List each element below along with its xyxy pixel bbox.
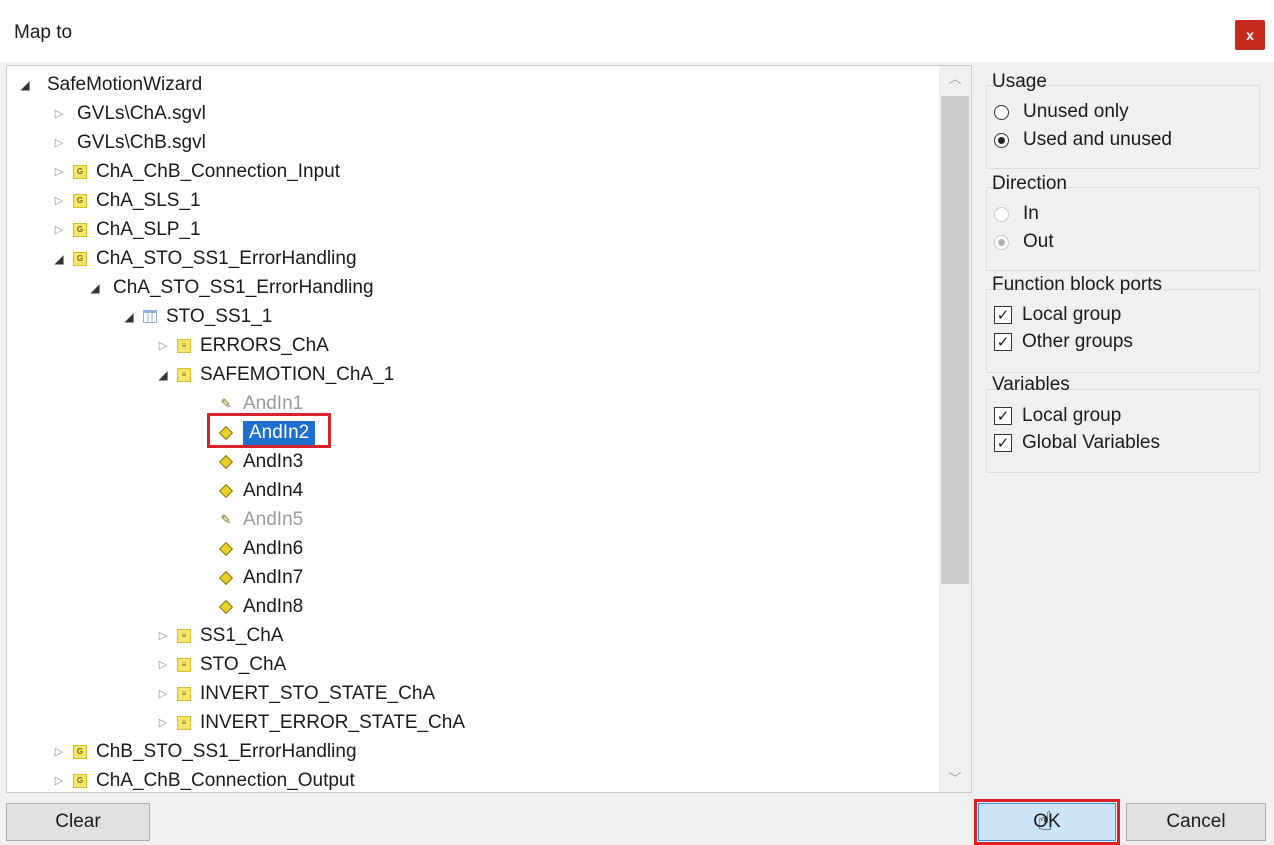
tree-item-sto[interactable]: ▷ ≡ STO_ChA [153,650,286,679]
radio-button[interactable] [994,104,1009,120]
expand-arrow-icon[interactable]: ▷ [49,774,69,787]
clear-button[interactable]: Clear [6,803,150,841]
close-button[interactable]: x [1235,20,1265,50]
title-bar: Map to x [0,0,1274,62]
tree-item-ss1[interactable]: ▷ ≡ SS1_ChA [153,621,284,650]
tree-item-errors[interactable]: ▷ ≡ ERRORS_ChA [153,331,329,360]
expand-arrow-icon[interactable]: ▷ [49,745,69,758]
checkbox-checked[interactable]: ✓ [994,407,1012,425]
usage-title: Usage [992,71,1047,92]
direction-out-radio[interactable]: Out [994,231,1054,253]
function-block-icon [143,310,157,323]
expand-arrow-icon[interactable]: ▷ [49,136,69,149]
usage-used-and-unused-radio[interactable]: Used and unused [994,129,1172,151]
port-icon: ≡ [177,657,191,672]
tree-item-andin6[interactable]: AndIn6 [215,534,303,563]
variable-icon [218,541,234,556]
collapse-arrow-icon[interactable]: ◢ [15,78,35,92]
expand-arrow-icon[interactable]: ▷ [49,194,69,207]
tree-item-andin7[interactable]: AndIn7 [215,563,303,592]
checkbox-checked[interactable]: ✓ [994,333,1012,351]
port-icon: ≡ [177,628,191,643]
variable-icon [218,483,234,498]
checkbox-checked[interactable]: ✓ [994,306,1012,324]
tree-item-sto-sub[interactable]: ◢ ChA_STO_SS1_ErrorHandling [85,273,373,302]
expand-arrow-icon[interactable]: ▷ [153,658,173,671]
expand-arrow-icon[interactable]: ▷ [153,629,173,642]
tree-item-root[interactable]: ◢ SafeMotionWizard [15,70,202,99]
direction-group [986,187,1260,271]
variables-group [986,389,1260,473]
radio-button[interactable] [994,206,1009,222]
highlight-box [207,413,331,448]
options-panel: Usage Unused only Used and unused Direct… [982,65,1272,793]
collapse-arrow-icon[interactable]: ◢ [153,368,173,382]
fb-ports-local-group-checkbox[interactable]: ✓ Local group [994,304,1121,326]
variables-title: Variables [992,374,1070,395]
variable-icon [218,454,234,469]
tree-item-invert-error[interactable]: ▷ ≡ INVERT_ERROR_STATE_ChA [153,708,465,737]
expand-arrow-icon[interactable]: ▷ [153,339,173,352]
tree-item-sls[interactable]: ▷ G ChA_SLS_1 [49,186,201,215]
group-icon: G [73,773,87,788]
fb-ports-other-groups-checkbox[interactable]: ✓ Other groups [994,331,1133,353]
tree-item-andin8[interactable]: AndIn8 [215,592,303,621]
port-icon: ≡ [177,715,191,730]
port-icon: ≡ [177,338,191,353]
collapse-arrow-icon[interactable]: ◢ [85,281,105,295]
tree-item-slp[interactable]: ▷ G ChA_SLP_1 [49,215,201,244]
checkbox-checked[interactable]: ✓ [994,434,1012,452]
tree-view[interactable]: ◢ SafeMotionWizard ▷ GVLs\ChA.sgvl ▷ GVL… [6,65,972,793]
group-icon: G [73,193,87,208]
mapped-pencil-icon: ✎ [220,511,232,527]
group-icon: G [73,222,87,237]
variable-icon [218,599,234,614]
tree-item-chb-sto[interactable]: ▷ G ChB_STO_SS1_ErrorHandling [49,737,357,766]
tree-item-sto-group[interactable]: ◢ G ChA_STO_SS1_ErrorHandling [49,244,356,273]
group-icon: G [73,164,87,179]
tree-item-sto-fb[interactable]: ◢ STO_SS1_1 [119,302,272,331]
tree-item-andin5[interactable]: ✎ AndIn5 [215,505,304,534]
tree-item-safemotion[interactable]: ◢ ≡ SAFEMOTION_ChA_1 [153,360,394,389]
group-icon: G [73,251,87,266]
window-title: Map to [14,22,73,43]
tree-item-gvlb[interactable]: ▷ GVLs\ChB.sgvl [49,128,206,157]
scroll-up-arrow-icon[interactable]: ︿ [939,66,971,92]
direction-in-radio[interactable]: In [994,203,1039,225]
group-icon: G [73,744,87,759]
tree-item-andin4[interactable]: AndIn4 [215,476,303,505]
port-icon: ≡ [177,686,191,701]
tree-item-conn-output[interactable]: ▷ G ChA_ChB_Connection_Output [49,766,355,792]
tree-item-conn-input[interactable]: ▷ G ChA_ChB_Connection_Input [49,157,340,186]
expand-arrow-icon[interactable]: ▷ [49,223,69,236]
direction-title: Direction [992,173,1067,194]
collapse-arrow-icon[interactable]: ◢ [49,252,69,266]
variables-global-checkbox[interactable]: ✓ Global Variables [994,432,1160,454]
fb-ports-title: Function block ports [992,274,1163,295]
expand-arrow-icon[interactable]: ▷ [153,716,173,729]
usage-unused-only-radio[interactable]: Unused only [994,101,1129,123]
hand-cursor-icon: ☝ [1037,806,1053,836]
radio-button-checked[interactable] [994,234,1009,250]
radio-button-checked[interactable] [994,132,1009,148]
tree-item-gvla[interactable]: ▷ GVLs\ChA.sgvl [49,99,206,128]
expand-arrow-icon[interactable]: ▷ [49,107,69,120]
scroll-thumb[interactable] [941,96,969,584]
vertical-scrollbar[interactable]: ︿ ﹀ [939,66,971,792]
expand-arrow-icon[interactable]: ▷ [153,687,173,700]
usage-group [986,85,1260,169]
scroll-down-arrow-icon[interactable]: ﹀ [939,766,971,792]
expand-arrow-icon[interactable]: ▷ [49,165,69,178]
variables-local-group-checkbox[interactable]: ✓ Local group [994,405,1121,427]
variable-icon [218,570,234,585]
mapped-pencil-icon: ✎ [220,395,232,411]
tree-item-andin3[interactable]: AndIn3 [215,447,303,476]
cancel-button[interactable]: Cancel [1126,803,1266,841]
port-icon: ≡ [177,367,191,382]
collapse-arrow-icon[interactable]: ◢ [119,310,139,324]
tree-item-invert-sto[interactable]: ▷ ≡ INVERT_STO_STATE_ChA [153,679,435,708]
